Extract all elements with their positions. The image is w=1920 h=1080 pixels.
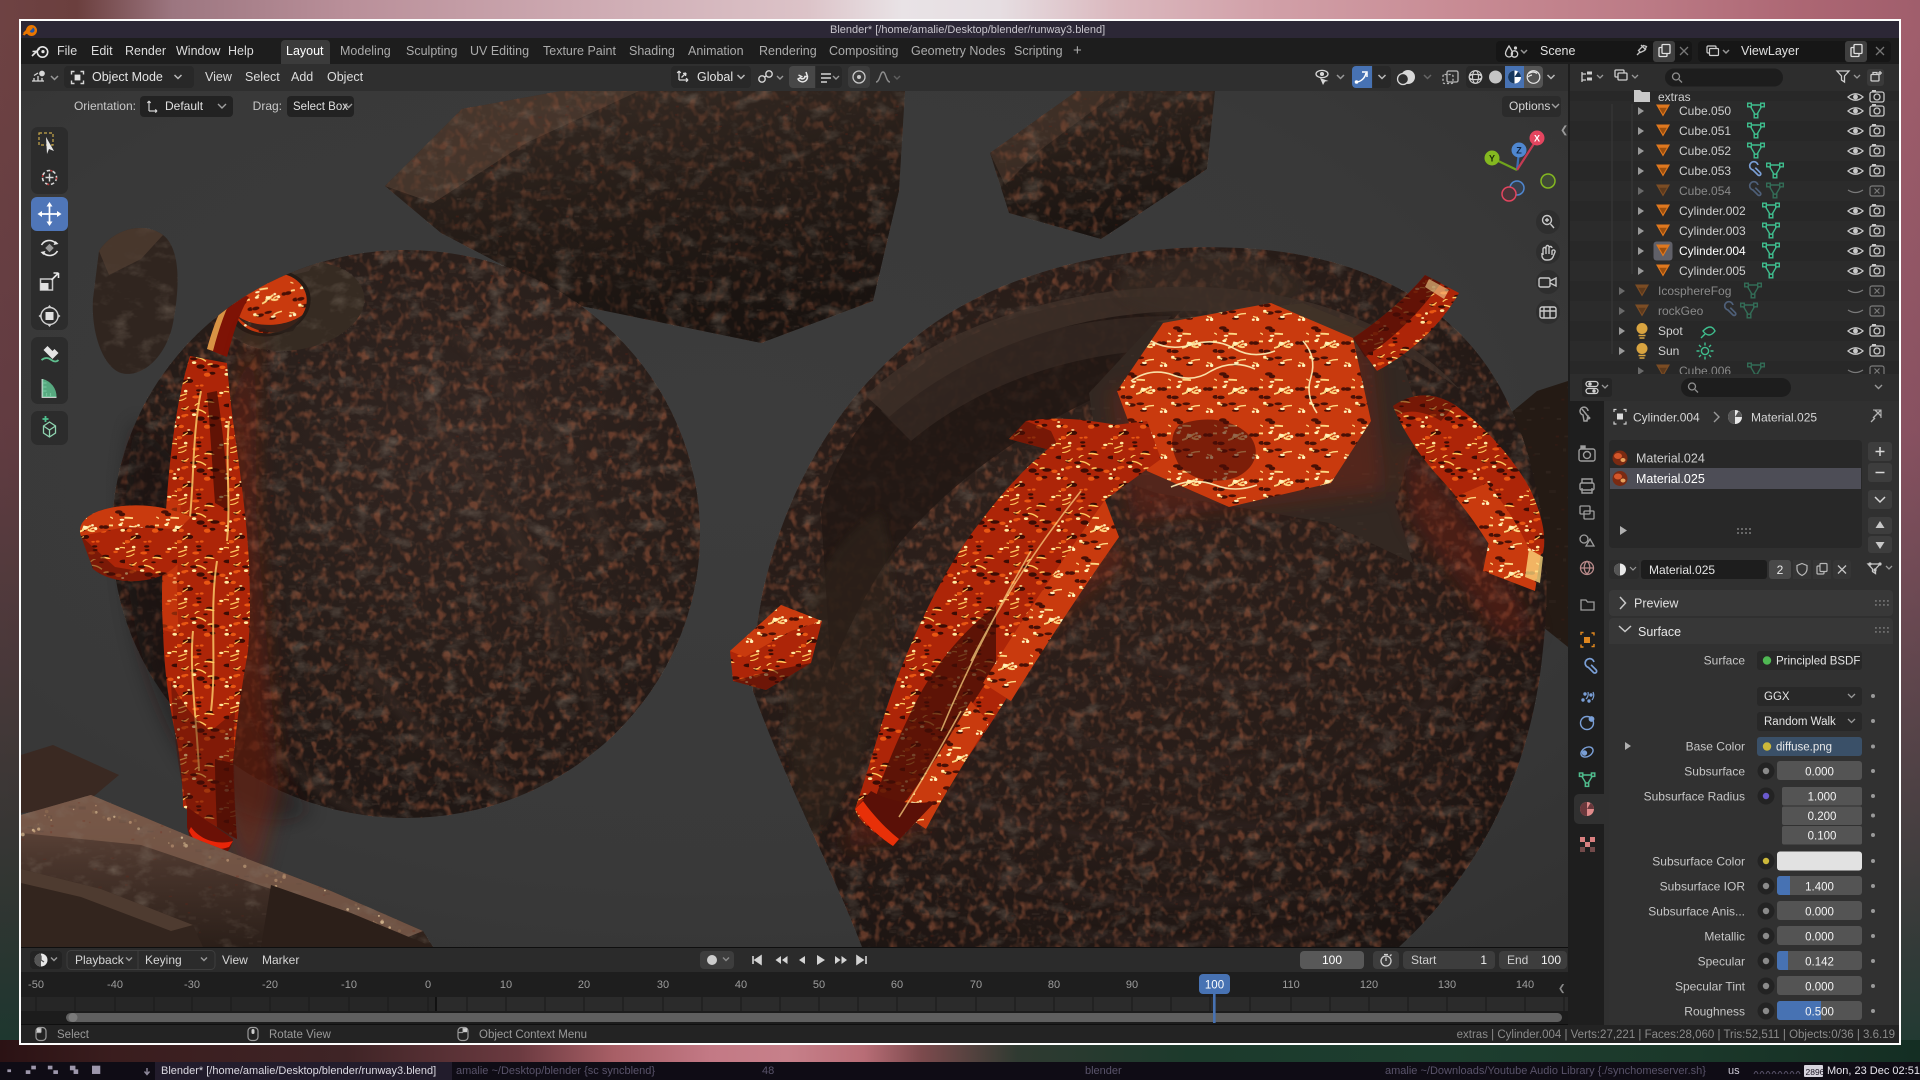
svg-text:140: 140 (1516, 979, 1534, 991)
svg-text:Cylinder.002: Cylinder.002 (1679, 204, 1746, 218)
svg-text:Random Walk: Random Walk (1764, 716, 1836, 728)
svg-text:1.000: 1.000 (1808, 792, 1837, 804)
svg-text:60: 60 (891, 979, 903, 991)
svg-text:Cylinder.003: Cylinder.003 (1679, 224, 1746, 238)
svg-text:❮: ❮ (1560, 125, 1568, 136)
svg-text:50: 50 (813, 979, 825, 991)
svg-text:Subsurface Anis...: Subsurface Anis... (1648, 905, 1745, 919)
svg-text:Cube.053: Cube.053 (1679, 164, 1731, 178)
svg-text:Subsurface IOR: Subsurface IOR (1660, 880, 1746, 894)
svg-text:rockGeo: rockGeo (1658, 304, 1704, 318)
svg-text:-50: -50 (28, 979, 44, 991)
svg-text:-20: -20 (262, 979, 278, 991)
svg-text:2: 2 (1777, 563, 1784, 577)
svg-text:70: 70 (970, 979, 982, 991)
svg-text:Spot: Spot (1658, 324, 1683, 338)
svg-text:120: 120 (1360, 979, 1378, 991)
svg-text:-40: -40 (107, 979, 123, 991)
svg-text:Preview: Preview (1634, 597, 1679, 611)
svg-text:Principled BSDF: Principled BSDF (1776, 656, 1860, 668)
svg-text:View: View (222, 953, 248, 967)
svg-text:Z: Z (1516, 146, 1522, 156)
svg-text:110: 110 (1282, 979, 1300, 991)
svg-text:Cube.054: Cube.054 (1679, 184, 1731, 198)
svg-text:Surface: Surface (1638, 625, 1681, 639)
svg-text:Object Context Menu: Object Context Menu (479, 1029, 587, 1041)
svg-text:Material.025: Material.025 (1751, 411, 1817, 425)
svg-text:GGX: GGX (1764, 691, 1790, 703)
svg-text:Base Color: Base Color (1686, 740, 1745, 754)
svg-text:0.500: 0.500 (1805, 1007, 1834, 1019)
svg-text:IcosphereFog: IcosphereFog (1658, 284, 1731, 298)
svg-text:❮: ❮ (1558, 983, 1566, 994)
svg-text:0.000: 0.000 (1805, 907, 1834, 919)
svg-text:20: 20 (578, 979, 590, 991)
svg-text:Cylinder.004: Cylinder.004 (1679, 244, 1746, 258)
svg-text:Select: Select (57, 1029, 90, 1041)
svg-text:0.200: 0.200 (1808, 811, 1837, 823)
svg-text:Marker: Marker (262, 953, 299, 967)
svg-text:100: 100 (1205, 980, 1224, 992)
svg-text:0.000: 0.000 (1805, 932, 1834, 944)
svg-text:Cube.006: Cube.006 (1679, 364, 1731, 374)
svg-text:Subsurface Radius: Subsurface Radius (1644, 790, 1745, 804)
svg-text:Rotate View: Rotate View (269, 1029, 331, 1041)
svg-text:Cube.050: Cube.050 (1679, 104, 1731, 118)
svg-text:Roughness: Roughness (1684, 1005, 1745, 1019)
svg-text:Material.025: Material.025 (1636, 472, 1705, 486)
svg-text:Orientation:: Orientation: (74, 99, 136, 113)
svg-text:Material.025: Material.025 (1649, 563, 1715, 577)
svg-text:100: 100 (1541, 953, 1561, 967)
svg-text:90: 90 (1126, 979, 1138, 991)
svg-text:0.142: 0.142 (1805, 957, 1834, 969)
svg-text:1.400: 1.400 (1805, 882, 1834, 894)
svg-text:30: 30 (657, 979, 669, 991)
svg-text:Default: Default (165, 99, 204, 113)
svg-text:Surface: Surface (1704, 654, 1746, 668)
svg-text:X: X (1534, 134, 1540, 144)
svg-text:End: End (1507, 953, 1528, 967)
svg-text:Material.024: Material.024 (1636, 452, 1705, 466)
svg-text:Metallic: Metallic (1704, 930, 1745, 944)
svg-text:10: 10 (500, 979, 512, 991)
svg-text:80: 80 (1048, 979, 1060, 991)
svg-text:100: 100 (1322, 953, 1342, 967)
svg-text:0.100: 0.100 (1808, 831, 1837, 843)
svg-text:40: 40 (735, 979, 747, 991)
svg-text:0: 0 (425, 979, 431, 991)
svg-text:diffuse.png: diffuse.png (1776, 742, 1832, 754)
svg-text:Cylinder.004: Cylinder.004 (1633, 411, 1700, 425)
svg-text:Start: Start (1411, 953, 1437, 967)
svg-text:0.000: 0.000 (1805, 767, 1834, 779)
svg-text:Drag:: Drag: (253, 99, 282, 113)
svg-text:-30: -30 (184, 979, 200, 991)
svg-text:extras: extras (1658, 90, 1691, 104)
svg-text:Sun: Sun (1658, 344, 1679, 358)
svg-text:Subsurface Color: Subsurface Color (1652, 855, 1745, 869)
svg-text:Cube.051: Cube.051 (1679, 124, 1731, 138)
svg-text:Keying: Keying (145, 953, 182, 967)
svg-text:130: 130 (1438, 979, 1456, 991)
svg-text:Specular: Specular (1698, 955, 1745, 969)
svg-text:1: 1 (1480, 953, 1487, 967)
svg-text:Options: Options (1509, 99, 1550, 113)
svg-text:Cylinder.005: Cylinder.005 (1679, 264, 1746, 278)
svg-text:Playback: Playback (75, 953, 125, 967)
svg-text:Select Box: Select Box (293, 101, 348, 113)
svg-text:Cube.052: Cube.052 (1679, 144, 1731, 158)
svg-text:Specular Tint: Specular Tint (1675, 980, 1746, 994)
svg-text:-10: -10 (341, 979, 357, 991)
svg-text:Subsurface: Subsurface (1684, 765, 1745, 779)
svg-text:0.000: 0.000 (1805, 982, 1834, 994)
svg-text:Y: Y (1489, 154, 1495, 164)
